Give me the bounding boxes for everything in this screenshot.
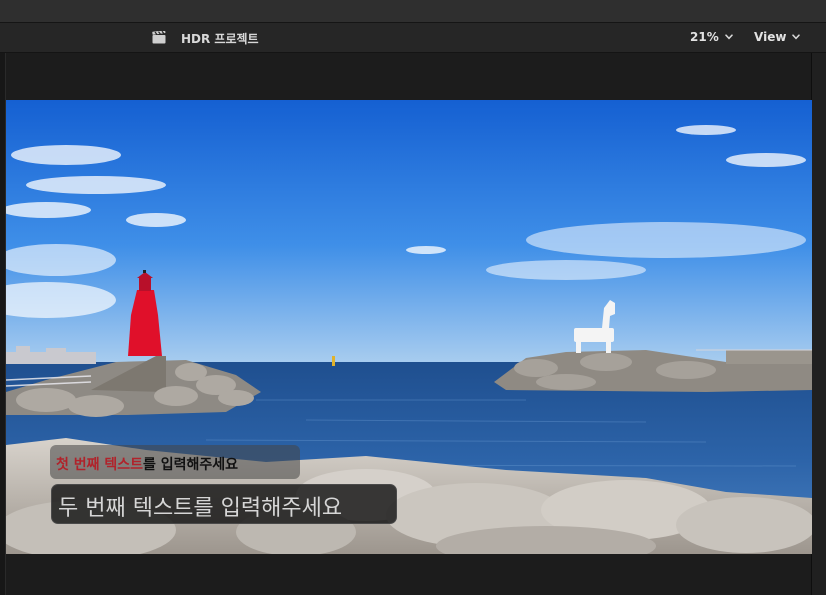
window-titlebar xyxy=(0,0,826,23)
first-caption-highlight: 첫 번째 텍스트 xyxy=(56,457,144,473)
buoy xyxy=(332,356,335,366)
first-caption-box[interactable]: 첫 번째 텍스트를 입력해주세요 xyxy=(50,445,300,479)
clapperboard-icon xyxy=(152,31,166,44)
second-caption-box[interactable]: 두 번째 텍스트를 입력해주세요 xyxy=(51,484,397,524)
zoom-menu[interactable]: 21% xyxy=(690,29,733,45)
chevron-down-icon xyxy=(724,34,733,40)
first-caption-rest: 를 입력해주세요 xyxy=(143,457,239,473)
second-caption-text: 두 번째 텍스트를 입력해주세요 xyxy=(58,496,343,521)
viewer-letterbox-bottom xyxy=(6,554,811,595)
view-menu[interactable]: View xyxy=(754,29,801,45)
viewer-toolbar: HDR 프로젝트 21% View xyxy=(0,23,826,53)
zoom-level: 21% xyxy=(690,30,719,44)
project-title: HDR 프로젝트 xyxy=(181,32,259,46)
right-breakwater xyxy=(494,349,812,392)
viewer-letterbox-top xyxy=(6,53,811,100)
inspector-panel-edge[interactable] xyxy=(811,53,826,595)
chevron-down-icon xyxy=(792,34,801,40)
view-menu-label: View xyxy=(754,30,787,44)
